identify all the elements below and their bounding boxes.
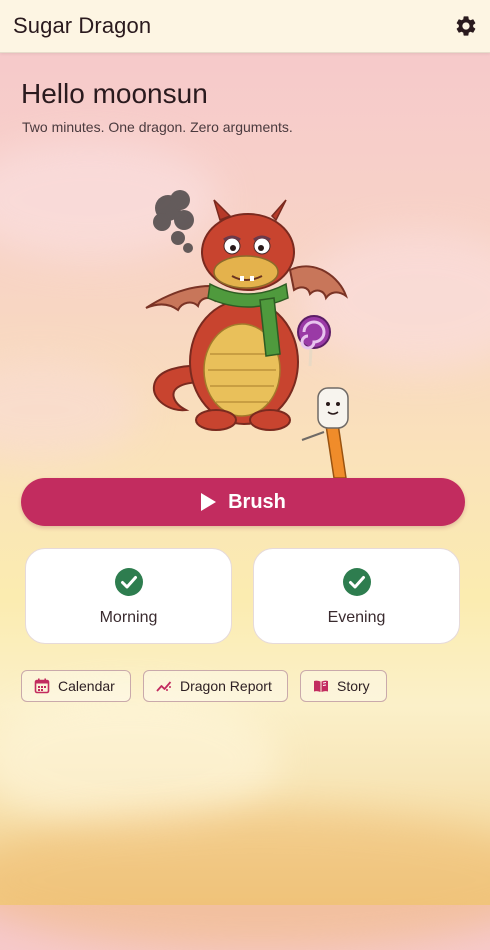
story-button[interactable]: Story	[300, 670, 387, 702]
toothbrush-character	[301, 387, 349, 478]
brush-button[interactable]: Brush	[21, 478, 465, 526]
greeting-tagline: Two minutes. One dragon. Zero arguments.	[22, 119, 293, 135]
calendar-button[interactable]: Calendar	[21, 670, 131, 702]
evening-label: Evening	[327, 609, 386, 626]
story-label: Story	[337, 678, 370, 694]
trend-chart-icon	[156, 681, 172, 692]
smoke-cloud	[153, 190, 194, 253]
check-circle-icon	[114, 568, 143, 596]
app-title: Sugar Dragon	[13, 13, 152, 38]
morning-session-card[interactable]: Morning	[25, 548, 232, 644]
play-icon	[201, 493, 217, 511]
calendar-icon	[34, 678, 50, 694]
right-wing	[288, 265, 348, 301]
dragon-illustration	[145, 190, 349, 478]
morning-label: Morning	[99, 609, 158, 626]
brush-label: Brush	[228, 490, 286, 513]
gear-icon[interactable]	[454, 14, 478, 38]
left-wing	[145, 284, 216, 312]
book-icon	[314, 680, 328, 692]
evening-session-card[interactable]: Evening	[253, 548, 460, 644]
calendar-label: Calendar	[58, 678, 115, 694]
dragon-report-button[interactable]: Dragon Report	[143, 670, 288, 702]
app-bar: Sugar Dragon	[0, 0, 490, 53]
greeting-title: Hello moonsun	[21, 78, 208, 109]
dragon-report-label: Dragon Report	[180, 678, 272, 694]
check-circle-icon	[342, 568, 371, 596]
